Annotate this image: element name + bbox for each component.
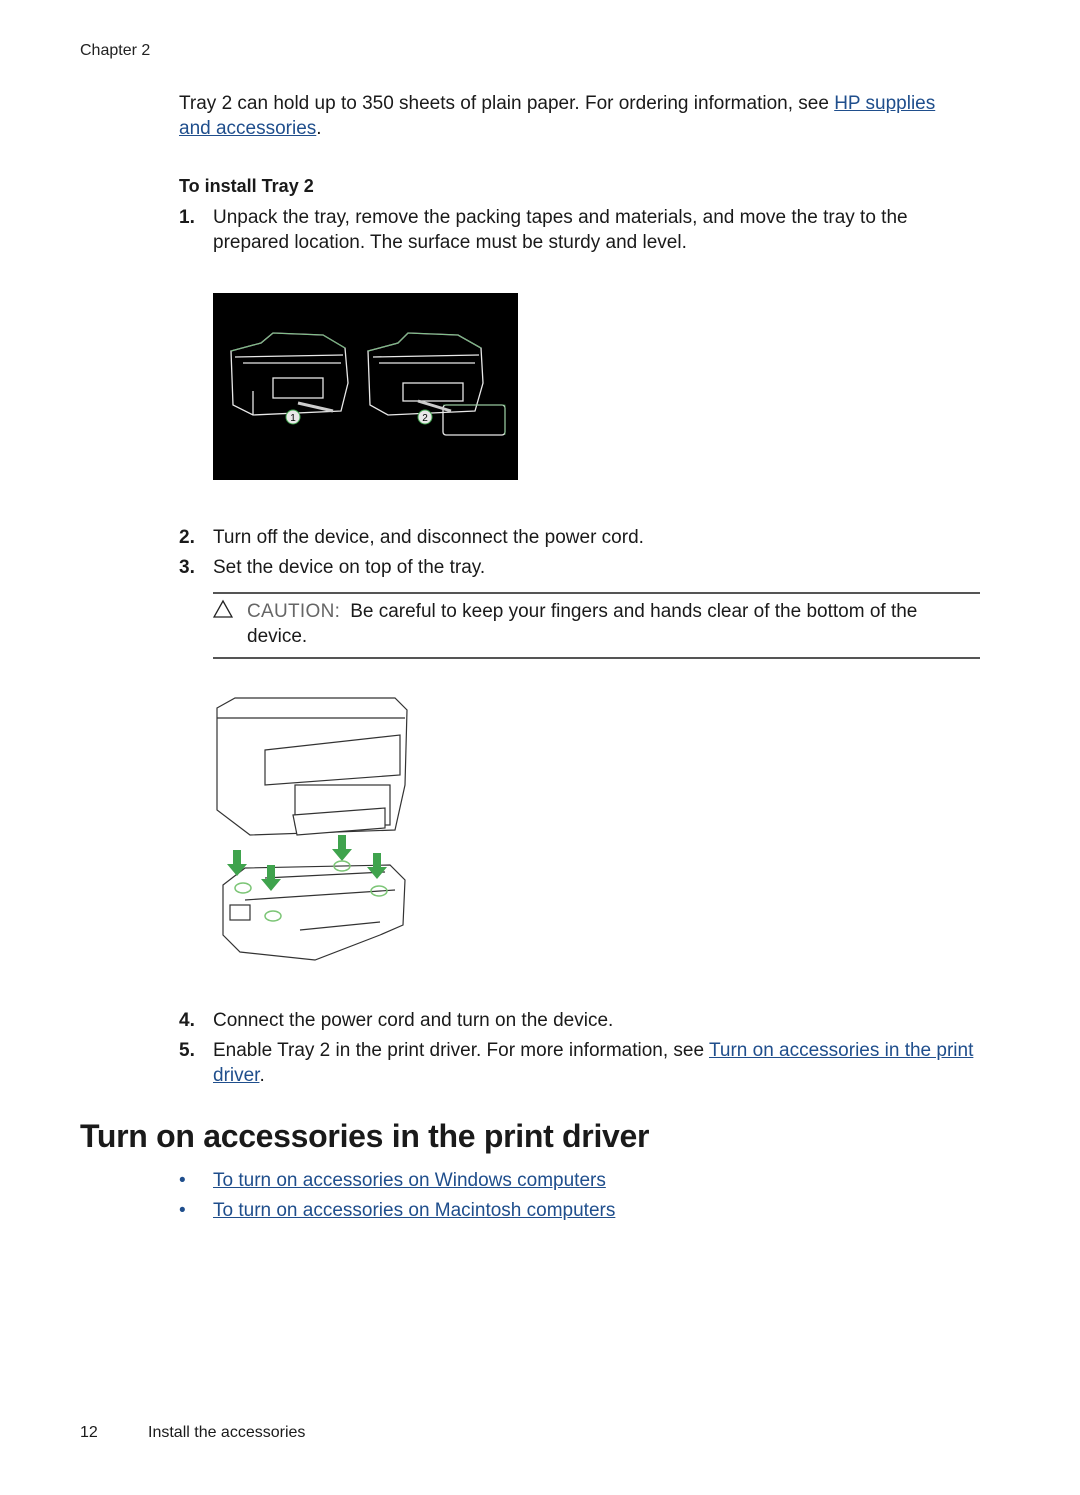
caution-note: CAUTION: Be careful to keep your fingers … <box>212 599 973 649</box>
printer-rear-illustration: 1 2 <box>230 332 506 436</box>
step-5-text: Enable Tray 2 in the print driver. For m… <box>213 1040 709 1061</box>
printer-on-tray-illustration <box>216 697 408 961</box>
step-1: 1. Unpack the tray, remove the packing t… <box>179 205 979 255</box>
step-number: 3. <box>179 557 195 578</box>
figure-remove-packing: 1 2 <box>213 293 518 480</box>
step-4: 4. Connect the power cord and turn on th… <box>179 1008 979 1033</box>
caution-body: CAUTION: Be careful to keep your fingers … <box>247 599 973 649</box>
step-text: Enable Tray 2 in the print driver. For m… <box>213 1038 979 1088</box>
procedure-title: To install Tray 2 <box>179 176 314 196</box>
macintosh-accessories-link[interactable]: To turn on accessories on Macintosh comp… <box>213 1198 615 1223</box>
intro-paragraph: Tray 2 can hold up to 350 sheets of plai… <box>179 91 969 141</box>
step-text: Turn off the device, and disconnect the … <box>213 527 644 548</box>
step-number: 2. <box>179 527 195 548</box>
caution-text: Be careful to keep your fingers and hand… <box>247 601 918 647</box>
step-text: Set the device on top of the tray. <box>213 557 486 578</box>
step-number: 5. <box>179 1040 195 1061</box>
step-2: 2. Turn off the device, and disconnect t… <box>179 525 979 550</box>
bullet-icon: • <box>179 1200 186 1221</box>
step-5-period: . <box>259 1065 265 1086</box>
svg-text:1: 1 <box>290 413 296 424</box>
bullet-icon: • <box>179 1170 186 1191</box>
step-3: 3. Set the device on top of the tray. <box>179 555 979 580</box>
step-number: 1. <box>179 207 195 228</box>
caution-top-rule <box>213 592 980 594</box>
intro-period: . <box>316 118 322 139</box>
footer-chapter-title: Install the accessories <box>148 1424 306 1441</box>
step-text: Connect the power cord and turn on the d… <box>213 1010 614 1031</box>
section-heading: Turn on accessories in the print driver <box>80 1118 650 1154</box>
svg-text:2: 2 <box>422 413 428 424</box>
caution-bottom-rule <box>213 657 980 659</box>
list-item: • To turn on accessories on Macintosh co… <box>179 1198 615 1223</box>
intro-text: Tray 2 can hold up to 350 sheets of plai… <box>179 93 835 114</box>
running-header-chapter: Chapter 2 <box>80 42 151 59</box>
step-5: 5. Enable Tray 2 in the print driver. Fo… <box>179 1038 979 1088</box>
arrow-down-icon <box>332 835 352 861</box>
windows-accessories-link[interactable]: To turn on accessories on Windows comput… <box>213 1168 606 1193</box>
step-text: Unpack the tray, remove the packing tape… <box>213 207 908 253</box>
page-number: 12 <box>80 1424 98 1441</box>
list-item: • To turn on accessories on Windows comp… <box>179 1168 606 1193</box>
figure-set-device-on-tray <box>205 690 420 970</box>
caution-triangle-icon <box>212 599 247 649</box>
caution-label: CAUTION: <box>247 601 341 622</box>
step-number: 4. <box>179 1010 195 1031</box>
